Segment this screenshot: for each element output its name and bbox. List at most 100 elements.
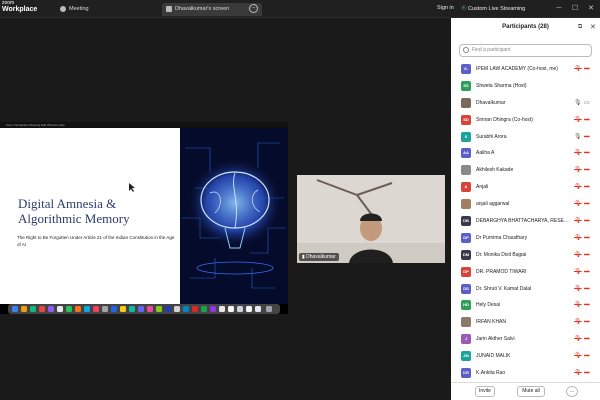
dock-app-icon xyxy=(183,306,189,312)
video-off-icon[interactable]: ▭ xyxy=(584,251,592,259)
broadcast-icon: ⦿ xyxy=(461,6,469,12)
zoom-logo: zoom Workplace xyxy=(2,0,38,14)
panel-footer: Invite Mute all ... xyxy=(451,382,600,400)
participant-row[interactable]: IRFAN KHAN 🎙︎ ▭ xyxy=(451,314,600,331)
tab-shared-screen[interactable]: Dhavalkumar's screen xyxy=(162,3,262,16)
video-off-icon[interactable]: ▭ xyxy=(584,65,592,73)
participant-row[interactable]: J Jarin Akther Salvi 🎙︎ ▭ xyxy=(451,331,600,348)
participant-row[interactable]: A Anjali 🎙︎ ▭ xyxy=(451,179,600,196)
screen-icon xyxy=(166,5,172,12)
participant-row[interactable]: DP DR. PRAMOD TIWARI 🎙︎ ▭ xyxy=(451,264,600,281)
participant-row[interactable]: S Surabhi Arora 🎙︎ ▭ xyxy=(451,129,600,146)
participant-row[interactable]: Akhilesh Kakade 🎙︎ ▭ xyxy=(451,162,600,179)
avatar: DP xyxy=(461,232,471,243)
dock-app-icon xyxy=(165,306,171,312)
pop-out-icon[interactable]: ⧉ xyxy=(578,24,582,31)
video-off-icon[interactable]: ▭ xyxy=(584,183,592,191)
title-bar: zoom Workplace Meeting Dhavalkumar's scr… xyxy=(0,0,600,24)
participant-name: Anjali xyxy=(476,184,489,191)
participant-row[interactable]: JM JUNAID MALIK 🎙︎ ▭ xyxy=(451,348,600,365)
mic-muted-icon[interactable]: 🎙︎ xyxy=(574,369,582,377)
shared-screen[interactable]: Zoom Workplace Meeting Edit Window Help … xyxy=(0,122,288,314)
more-options-button[interactable]: ... xyxy=(566,386,578,397)
mic-muted-icon[interactable]: 🎙︎ xyxy=(574,65,582,73)
mute-all-button[interactable]: Mute all xyxy=(517,386,545,397)
paw-icon xyxy=(60,5,66,12)
video-off-icon[interactable]: ▭ xyxy=(584,352,592,360)
video-icon[interactable]: ▭ xyxy=(584,99,592,107)
mic-muted-icon[interactable]: 🎙︎ xyxy=(574,234,582,242)
mic-muted-icon[interactable]: 🎙︎ xyxy=(574,200,582,208)
video-off-icon[interactable]: ▭ xyxy=(584,217,592,225)
mic-muted-icon[interactable]: 🎙︎ xyxy=(574,183,582,191)
video-off-icon[interactable]: ▭ xyxy=(584,200,592,208)
mic-muted-icon[interactable]: 🎙︎ xyxy=(574,352,582,360)
dock-app-icon xyxy=(210,306,216,312)
video-off-icon[interactable]: ▭ xyxy=(584,234,592,242)
participant-name: anjali aggarwal xyxy=(476,201,510,208)
participant-row[interactable]: KR K.Ankita Rao 🎙︎ ▭ xyxy=(451,365,600,382)
video-off-icon[interactable]: ▭ xyxy=(584,116,592,124)
slide-subtitle: The Right to Be Forgotten Under Article … xyxy=(17,235,175,247)
mic-muted-icon[interactable]: 🎙︎ xyxy=(574,318,582,326)
video-off-icon[interactable]: ▭ xyxy=(584,166,592,174)
dock-app-icon xyxy=(138,306,144,312)
dock-app-icon xyxy=(57,306,63,312)
participant-row[interactable]: SS Shweta Sharma (Host) xyxy=(451,78,600,95)
video-off-icon[interactable]: ▭ xyxy=(584,133,592,141)
dock-app-icon xyxy=(129,306,135,312)
avatar: DS xyxy=(461,283,471,294)
mic-muted-icon[interactable]: 🎙︎ xyxy=(574,166,582,174)
participant-search-input[interactable]: Find a participant xyxy=(459,44,592,57)
minimize-icon[interactable]: ─ xyxy=(553,3,565,15)
mic-muted-icon[interactable]: 🎙︎ xyxy=(574,335,582,343)
mic-icon[interactable]: 🎙︎ xyxy=(574,99,582,107)
avatar xyxy=(461,165,471,176)
avatar: DB xyxy=(461,216,471,227)
participant-name: IRFAN KHAN xyxy=(476,319,507,326)
video-off-icon[interactable]: ▭ xyxy=(584,301,592,309)
sign-in-button[interactable]: Sign in xyxy=(437,5,454,11)
participant-name: Dr. Monika Dixit Bajpai xyxy=(476,251,527,258)
avatar: AA xyxy=(461,148,471,159)
mic-muted-icon[interactable]: 🎙︎ xyxy=(574,149,582,157)
video-off-icon[interactable]: ▭ xyxy=(584,268,592,276)
mic-muted-icon[interactable]: 🎙︎ xyxy=(574,268,582,276)
search-icon xyxy=(463,47,469,53)
maximize-icon[interactable]: ☐ xyxy=(569,3,581,15)
dock-app-icon xyxy=(66,306,72,312)
participant-row[interactable]: DP Dr Purnima Chaudhary 🎙︎ ▭ xyxy=(451,230,600,247)
video-off-icon[interactable]: ▭ xyxy=(584,318,592,326)
close-panel-icon[interactable]: ✕ xyxy=(590,23,596,31)
mic-muted-icon[interactable]: 🎙︎ xyxy=(574,301,582,309)
mic-icon[interactable]: 🎙︎ xyxy=(574,133,582,141)
tab-close-icon[interactable]: – xyxy=(249,4,258,13)
dock-app-icon xyxy=(30,306,36,312)
participant-row[interactable]: DS Dr. Shruti V. Kamat Dalal 🎙︎ ▭ xyxy=(451,281,600,298)
live-stream-button[interactable]: ⦿ Custom Live Streaming Service ⌄ xyxy=(457,3,543,24)
participant-name: DEBARGHYA BHATTACHARYA, RESEARCH... xyxy=(476,218,572,225)
mic-muted-icon[interactable]: 🎙︎ xyxy=(574,116,582,124)
avatar: IL xyxy=(461,64,471,74)
video-off-icon[interactable]: ▭ xyxy=(584,285,592,293)
participant-row[interactable]: AA Aaliha A 🎙︎ ▭ xyxy=(451,145,600,162)
video-off-icon[interactable]: ▭ xyxy=(584,335,592,343)
mic-muted-icon[interactable]: 🎙︎ xyxy=(574,285,582,293)
tab-meeting[interactable]: Meeting xyxy=(60,3,160,16)
mic-muted-icon[interactable]: 🎙︎ xyxy=(574,217,582,225)
video-off-icon[interactable]: ▭ xyxy=(584,369,592,377)
participant-row[interactable]: DB DEBARGHYA BHATTACHARYA, RESEARCH... 🎙︎ ▭ xyxy=(451,213,600,230)
participant-row[interactable]: IL IPEM LAW ACADEMY (Co-host, me) 🎙︎ ▭ xyxy=(451,61,600,78)
mic-muted-icon[interactable]: 🎙︎ xyxy=(574,251,582,259)
participant-row[interactable]: SD Simran Dhingra (Co-host) 🎙︎ ▭ xyxy=(451,112,600,129)
participant-row[interactable]: HD Hely Desai 🎙︎ ▭ xyxy=(451,297,600,314)
avatar: HD xyxy=(461,300,471,311)
participant-name: Dhavalkumar xyxy=(476,99,506,106)
participant-row[interactable]: DM Dr. Monika Dixit Bajpai 🎙︎ ▭ xyxy=(451,247,600,264)
invite-button[interactable]: Invite xyxy=(475,386,495,397)
close-window-icon[interactable]: ✕ xyxy=(585,3,597,15)
participant-row[interactable]: anjali aggarwal 🎙︎ ▭ xyxy=(451,196,600,213)
video-off-icon[interactable]: ▭ xyxy=(584,149,592,157)
participant-row[interactable]: Dhavalkumar 🎙︎ ▭ xyxy=(451,95,600,112)
participant-video[interactable]: ▮ Dhavalkumar xyxy=(297,175,445,263)
